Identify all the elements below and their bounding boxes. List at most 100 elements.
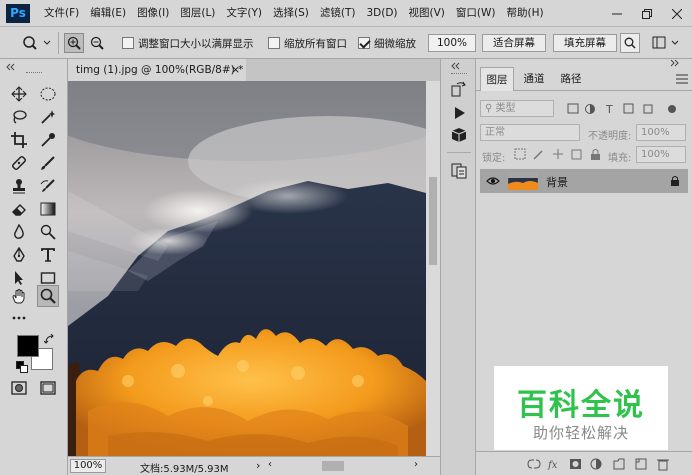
menu-type[interactable]: 文字(Y): [226, 0, 262, 27]
edit-toolbar-button[interactable]: [8, 307, 30, 329]
panel-collapse-icon[interactable]: [6, 63, 62, 71]
status-menu-arrow-icon[interactable]: ›: [256, 459, 260, 472]
zoom-in-button[interactable]: [64, 33, 84, 53]
healing-brush-tool[interactable]: [8, 152, 30, 174]
magic-wand-tool[interactable]: [37, 106, 59, 128]
scrubby-zoom-checkbox[interactable]: [358, 37, 370, 49]
menu-image[interactable]: 图像(I): [137, 0, 169, 27]
opacity-field[interactable]: 100%: [636, 124, 686, 141]
move-icon: [11, 86, 27, 102]
default-colors-icon[interactable]: [16, 361, 28, 373]
layer-action-icons[interactable]: fx: [526, 457, 686, 471]
move-tool[interactable]: [8, 83, 30, 105]
zoom-tool[interactable]: [37, 285, 59, 307]
close-icon: [672, 8, 682, 19]
fit-screen-button[interactable]: 适合屏幕: [482, 34, 546, 52]
menu-file[interactable]: 文件(F): [44, 0, 79, 27]
fill-field[interactable]: 100%: [636, 146, 686, 163]
vertical-scroll-thumb[interactable]: [429, 177, 437, 265]
search-button[interactable]: [620, 33, 640, 53]
foreground-color-swatch[interactable]: [17, 335, 39, 357]
horizontal-scroll-thumb[interactable]: [322, 461, 344, 471]
layer-thumbnail: [508, 172, 538, 190]
minimize-icon: [612, 13, 622, 14]
lock-icons[interactable]: [514, 148, 604, 161]
close-document-icon[interactable]: ×: [231, 59, 240, 81]
dock-grip: [451, 73, 467, 74]
type-icon: [41, 248, 55, 262]
brush-tool[interactable]: [37, 152, 59, 174]
close-window-button[interactable]: [662, 0, 692, 27]
fill-screen-button[interactable]: 填充屏幕: [553, 34, 617, 52]
tab-channels[interactable]: 通道: [516, 67, 552, 91]
minimize-button[interactable]: [602, 0, 632, 27]
crop-tool[interactable]: [8, 129, 30, 151]
history-brush-tool[interactable]: [37, 175, 59, 197]
properties-panel-button[interactable]: [448, 160, 470, 182]
history-panel-button[interactable]: [448, 78, 470, 100]
menu-help[interactable]: 帮助(H): [507, 0, 544, 27]
swap-colors-icon[interactable]: [44, 334, 56, 346]
zoom-all-option[interactable]: 缩放所有窗口: [268, 27, 347, 59]
properties-icon: [451, 163, 467, 179]
tab-paths[interactable]: 路径: [554, 67, 588, 91]
history-icon: [451, 81, 466, 97]
marquee-tool[interactable]: [37, 83, 59, 105]
status-zoom-field[interactable]: 100%: [70, 459, 106, 473]
vertical-scrollbar[interactable]: [426, 81, 440, 456]
filter-kind-dropdown[interactable]: ⚲ 类型: [480, 100, 554, 117]
menu-view[interactable]: 视图(V): [409, 0, 445, 27]
menu-filter[interactable]: 滤镜(T): [320, 0, 356, 27]
tool-preset-picker[interactable]: [20, 33, 54, 53]
resize-windows-option[interactable]: 调整窗口大小以满屏显示: [122, 27, 254, 59]
quick-mask-button[interactable]: [8, 377, 30, 399]
document-image[interactable]: [68, 81, 426, 456]
mountain-photo: [68, 81, 426, 456]
blur-tool[interactable]: [8, 221, 30, 243]
canvas-area[interactable]: [68, 81, 440, 456]
collapsed-panel-dock: [440, 59, 476, 475]
eyedropper-tool[interactable]: [37, 129, 59, 151]
visibility-eye-icon[interactable]: [486, 176, 500, 186]
gradient-tool[interactable]: [37, 198, 59, 220]
toolbar-grip: [26, 72, 42, 74]
document-tab[interactable]: timg (1).jpg @ 100%(RGB/8#) * ×: [68, 59, 246, 81]
panel-expand-icon[interactable]: [670, 59, 686, 67]
menu-edit[interactable]: 编辑(E): [90, 0, 126, 27]
layer-row-background[interactable]: 背景: [480, 169, 688, 193]
scroll-left-icon[interactable]: ‹: [268, 459, 272, 470]
lasso-tool[interactable]: [8, 106, 30, 128]
gradient-icon: [40, 202, 56, 216]
zoom-value-field[interactable]: 100%: [428, 34, 476, 52]
scrubby-zoom-label: 细微缩放: [374, 37, 416, 50]
watermark-subtitle: 助你轻松解决: [532, 424, 629, 442]
3d-panel-button[interactable]: [448, 124, 470, 146]
menu-layer[interactable]: 图层(L): [180, 0, 215, 27]
eraser-tool[interactable]: [8, 198, 30, 220]
zoom-all-checkbox[interactable]: [268, 37, 280, 49]
panel-menu-icon[interactable]: [676, 74, 688, 84]
tab-layers[interactable]: 图层: [480, 67, 514, 91]
menu-window[interactable]: 窗口(W): [456, 0, 496, 27]
actions-panel-button[interactable]: [448, 102, 470, 124]
filter-search-icon: ⚲: [485, 103, 496, 114]
type-tool[interactable]: [37, 244, 59, 266]
clone-stamp-tool[interactable]: [8, 175, 30, 197]
dodge-tool[interactable]: [37, 221, 59, 243]
blend-mode-dropdown[interactable]: 正常: [480, 124, 580, 141]
watermark-badge: 百科全说 助你轻松解决: [494, 366, 668, 450]
dock-collapse-icon[interactable]: [451, 62, 467, 70]
screen-mode-button[interactable]: [37, 377, 59, 399]
restore-button[interactable]: [632, 0, 662, 27]
scroll-right-icon[interactable]: ›: [414, 459, 418, 470]
menu-3d[interactable]: 3D(D): [366, 0, 397, 27]
status-bar: 100% 文档:5.93M/5.93M › ‹ ›: [68, 456, 440, 475]
pen-tool[interactable]: [8, 244, 30, 266]
filter-type-icons[interactable]: T: [566, 103, 686, 115]
workspace-switcher[interactable]: [650, 33, 684, 53]
scrubby-zoom-option[interactable]: 细微缩放: [358, 27, 416, 59]
resize-windows-checkbox[interactable]: [122, 37, 134, 49]
zoom-out-button[interactable]: [87, 33, 107, 53]
menu-select[interactable]: 选择(S): [273, 0, 309, 27]
hand-tool[interactable]: [8, 285, 30, 307]
